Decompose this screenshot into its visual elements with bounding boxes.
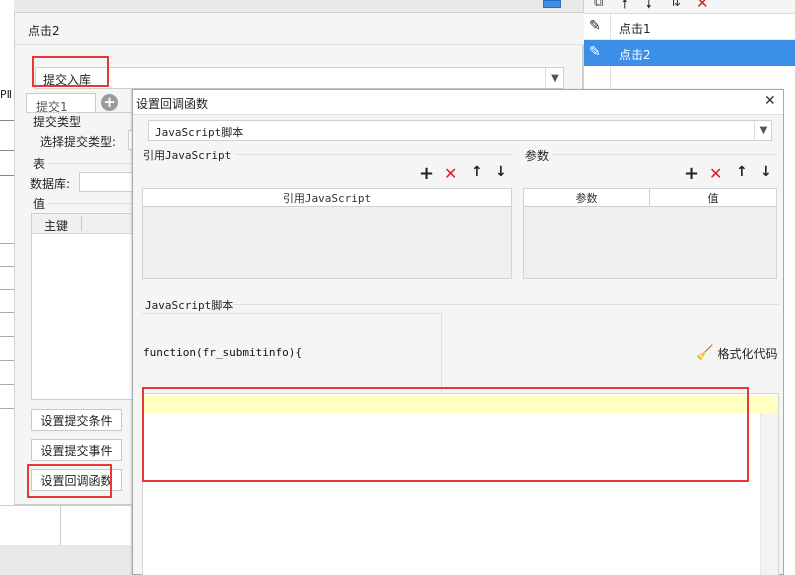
event-item-label: 点击1 bbox=[619, 22, 651, 36]
event-item-1[interactable]: ✎ 点击1 bbox=[584, 14, 795, 40]
ref-js-add-icon[interactable]: + bbox=[419, 163, 434, 184]
bottom-strip bbox=[0, 505, 131, 546]
submit-type-dropdown[interactable]: 提交入库 ▼ bbox=[35, 67, 564, 89]
table-group-label: 表 bbox=[33, 157, 46, 171]
set-callback-button[interactable]: 设置回调函数 bbox=[31, 469, 122, 491]
submit-type-value: 提交入库 bbox=[43, 73, 92, 87]
value-table: 主键 bbox=[31, 213, 142, 400]
params-delete-icon[interactable]: ✕ bbox=[709, 164, 722, 183]
database-label: 数据库: bbox=[30, 177, 71, 191]
function-signature: function(fr_submitinfo){ bbox=[143, 346, 302, 359]
sheet-strip bbox=[0, 0, 14, 545]
copy-icon[interactable]: ⧉ bbox=[594, 0, 603, 10]
event-dialog-title: 点击2 bbox=[28, 24, 60, 38]
primary-key-header: 主键 bbox=[44, 219, 69, 233]
add-tab-icon[interactable]: + bbox=[101, 94, 118, 111]
params-column-param: 参数 bbox=[524, 189, 650, 206]
ref-js-column-header: 引用JavaScript bbox=[143, 189, 511, 207]
editor-scroll-gutter[interactable] bbox=[760, 413, 778, 575]
close-icon[interactable]: ✕ bbox=[764, 93, 776, 109]
table-group-line bbox=[49, 163, 137, 164]
value-group-line bbox=[49, 203, 137, 204]
script-type-value: JavaScript脚本 bbox=[155, 126, 244, 139]
format-code-button[interactable]: 🧹 格式化代码 bbox=[696, 344, 781, 362]
set-event-label: 设置提交事件 bbox=[40, 443, 113, 458]
sort-icon[interactable]: ⇅ bbox=[670, 0, 681, 10]
params-add-icon[interactable]: + bbox=[684, 163, 699, 184]
set-condition-label: 设置提交条件 bbox=[40, 413, 113, 428]
edit-icon: ✎ bbox=[589, 44, 601, 60]
canvas-selection-marker bbox=[543, 0, 561, 8]
callback-dialog-titlebar: 设置回调函数 ✕ bbox=[133, 90, 783, 115]
set-event-button[interactable]: 设置提交事件 bbox=[31, 439, 122, 461]
submit-type-group-label: 提交类型 bbox=[33, 115, 82, 129]
edit-icon: ✎ bbox=[589, 18, 601, 34]
sheet-clip-text: PⅡ bbox=[0, 88, 13, 101]
event-dialog-titlebar: 点击2 bbox=[15, 13, 584, 45]
delete-icon[interactable]: ✕ bbox=[696, 0, 709, 12]
format-code-label: 格式化代码 bbox=[717, 346, 778, 361]
ref-js-table: 引用JavaScript bbox=[142, 188, 512, 279]
chevron-down-icon[interactable]: ▼ bbox=[754, 121, 772, 140]
chevron-down-icon[interactable]: ▼ bbox=[545, 68, 564, 88]
ref-js-group-label: 引用JavaScript bbox=[143, 149, 232, 162]
code-editor[interactable] bbox=[142, 393, 779, 575]
ref-js-up-icon[interactable]: ↑ bbox=[471, 164, 483, 180]
script-type-dropdown[interactable]: JavaScript脚本 ▼ bbox=[148, 120, 772, 141]
current-line-highlight bbox=[143, 395, 778, 413]
broom-icon: 🧹 bbox=[696, 345, 714, 361]
set-callback-label: 设置回调函数 bbox=[40, 473, 113, 488]
params-group-line bbox=[553, 154, 778, 155]
right-panel-toolbar bbox=[584, 0, 795, 14]
value-table-header: 主键 bbox=[32, 214, 142, 234]
params-table-header: 参数 值 bbox=[524, 189, 776, 207]
script-group-line bbox=[233, 304, 779, 305]
value-group-label: 值 bbox=[33, 197, 46, 211]
event-item-label: 点击2 bbox=[619, 48, 651, 62]
ref-js-group-line bbox=[235, 154, 511, 155]
params-up-icon[interactable]: ↑ bbox=[736, 164, 748, 180]
set-condition-button[interactable]: 设置提交条件 bbox=[31, 409, 122, 431]
select-type-label: 选择提交类型: bbox=[40, 135, 117, 149]
event-item-2[interactable]: ✎ 点击2 bbox=[584, 40, 795, 66]
params-group-label: 参数 bbox=[525, 149, 550, 163]
function-signature-box: function(fr_submitinfo){ bbox=[142, 313, 442, 392]
ref-js-down-icon[interactable]: ↓ bbox=[495, 164, 507, 180]
tab-submit-1[interactable]: 提交1 bbox=[26, 93, 96, 114]
params-down-icon[interactable]: ↓ bbox=[760, 164, 772, 180]
params-table: 参数 值 bbox=[523, 188, 777, 279]
callback-dialog-title: 设置回调函数 bbox=[136, 97, 209, 111]
callback-dialog: 设置回调函数 ✕ JavaScript脚本 ▼ 引用JavaScript + ✕… bbox=[132, 89, 784, 575]
ref-js-delete-icon[interactable]: ✕ bbox=[444, 164, 457, 183]
script-group-label: JavaScript脚本 bbox=[145, 299, 234, 312]
database-field[interactable] bbox=[79, 172, 139, 192]
params-column-value: 值 bbox=[707, 191, 719, 205]
